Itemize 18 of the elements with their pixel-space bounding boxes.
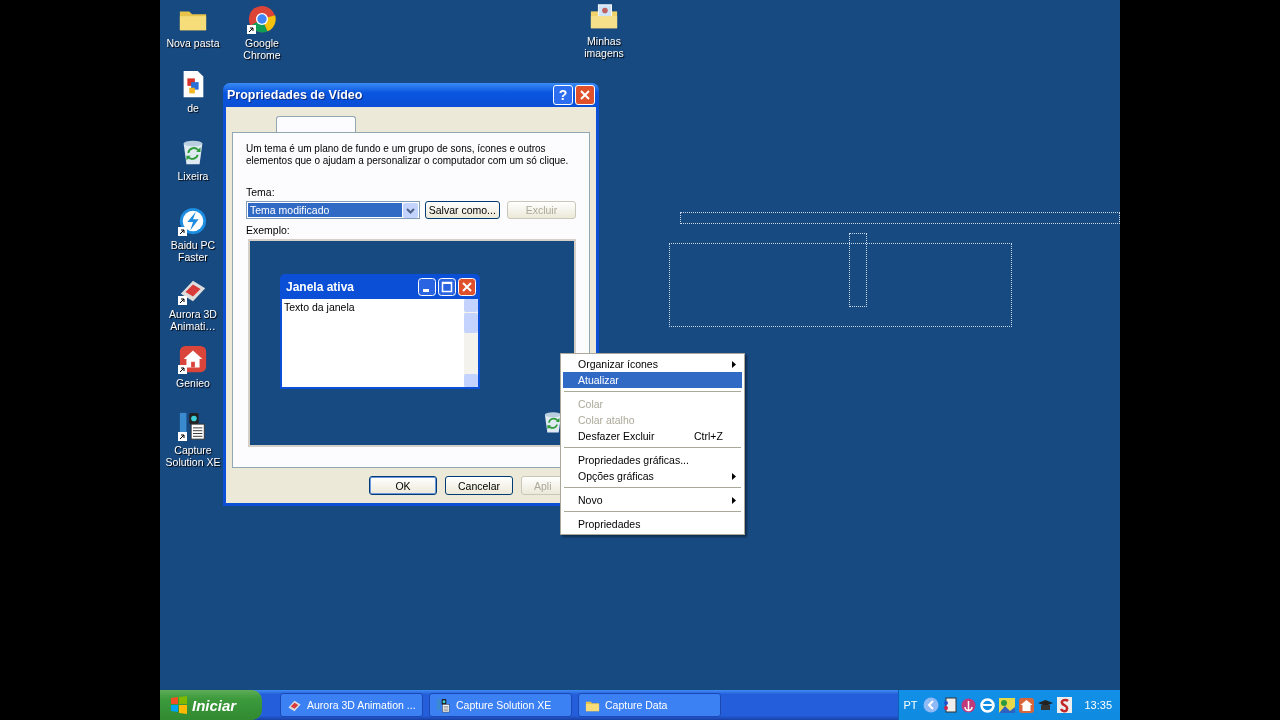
icon-label: Aurora 3D Animati…: [168, 308, 218, 332]
icon-label: Genieo: [176, 377, 210, 389]
window-title: Propriedades de Vídeo: [227, 88, 364, 102]
sample-window-text: Texto da janela: [283, 300, 356, 315]
icon-label: Nova pasta: [166, 37, 220, 49]
theme-label: Tema:: [246, 186, 276, 198]
language-indicator: PT: [903, 699, 918, 711]
icon-label: Minhas imagens: [583, 35, 625, 59]
icon-label: Capture Solution XE: [164, 444, 222, 468]
icon-label: de: [187, 102, 199, 114]
shortcut-text: Ctrl+Z: [694, 429, 723, 444]
icon-label: Baidu PC Faster: [169, 239, 217, 263]
description-text: Um tema é um plano de fundo e um grupo de sons, ícones e outros elementos que o ajudam a personalizar o computador com um só clique.: [246, 143, 570, 167]
sample-window-title: Janela ativa: [286, 279, 356, 294]
icon-label: Lixeira: [177, 170, 209, 182]
clock: 13:35: [1084, 699, 1112, 711]
icon-label: Google Chrome: [242, 37, 282, 61]
example-label: Exemplo:: [246, 224, 291, 236]
